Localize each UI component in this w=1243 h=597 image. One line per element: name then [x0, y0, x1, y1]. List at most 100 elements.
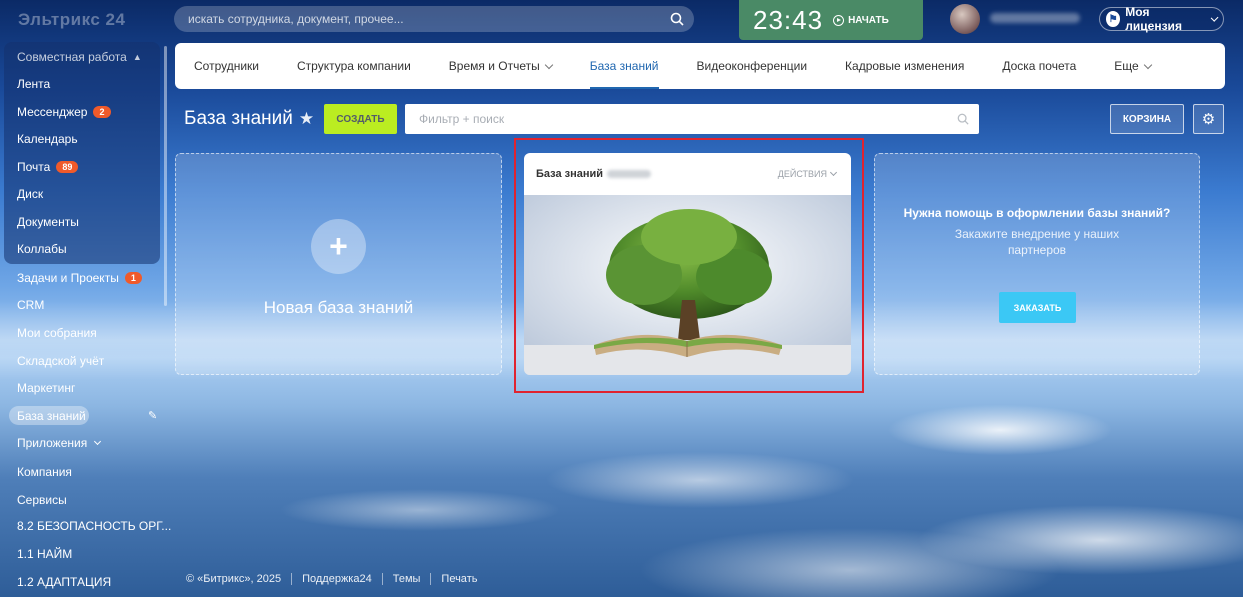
sidebar-item-mail[interactable]: Почта 89: [17, 157, 79, 177]
new-knowledge-base-card[interactable]: + Новая база знаний: [175, 153, 502, 375]
help-title: Нужна помощь в оформлении базы знаний?: [903, 206, 1171, 220]
sidebar-item-adaptation[interactable]: 1.2 АДАПТАЦИЯ: [17, 572, 111, 592]
sidebar-item-label: Мои собрания: [17, 326, 97, 340]
help-card: Нужна помощь в оформлении базы знаний? З…: [874, 153, 1200, 375]
sidebar-item-security[interactable]: 8.2 БЕЗОПАСНОСТЬ ОРГ...: [17, 516, 171, 536]
filter-search[interactable]: [405, 104, 979, 134]
copyright: © «Битрикс», 2025: [186, 573, 282, 585]
sidebar-item-label: Компания: [17, 465, 72, 479]
themes-link[interactable]: Темы: [393, 573, 421, 585]
sidebar: Совместная работа ▲ Лента Мессенджер 2 Ка…: [0, 40, 171, 597]
search-input[interactable]: [188, 12, 670, 26]
sidebar-item-label: Задачи и Проекты: [17, 271, 119, 285]
sidebar-item-messenger[interactable]: Мессенджер 2: [17, 102, 111, 122]
search-icon[interactable]: [957, 113, 969, 125]
knowledge-base-card[interactable]: База знаний ДЕЙСТВИЯ: [524, 153, 851, 375]
sidebar-item-documents[interactable]: Документы: [17, 212, 79, 232]
sidebar-item-marketing[interactable]: Маркетинг: [17, 378, 75, 398]
help-subtitle: Закажите внедрение у наших партнеров: [954, 227, 1120, 257]
sidebar-item-label: 1.2 АДАПТАЦИЯ: [17, 575, 112, 589]
sidebar-group-title-label: Совместная работа: [17, 50, 127, 64]
plus-icon: +: [311, 218, 366, 274]
app-logo[interactable]: Эльтрикс 24: [18, 10, 125, 30]
page-title: База знаний ★: [184, 108, 314, 130]
sidebar-item-company[interactable]: Компания: [17, 462, 72, 482]
sidebar-item-label: База знаний: [17, 409, 86, 423]
sidebar-item-label: CRM: [17, 298, 45, 312]
sidebar-item-apps[interactable]: Приложения: [17, 433, 102, 453]
license-button[interactable]: ⚑ Моя лицензия: [1099, 5, 1224, 33]
tab-label: Время и Отчеты: [448, 59, 540, 73]
company-name-blurred: [607, 170, 652, 178]
start-day-button[interactable]: НАЧАТЬ: [833, 14, 889, 26]
chevron-down-icon: [94, 437, 102, 446]
tab-more[interactable]: Еще: [1114, 43, 1152, 89]
counter-badge: 1: [124, 272, 142, 284]
tab-label: Структура компании: [297, 59, 411, 73]
tab-label: Доска почета: [1002, 59, 1077, 73]
sidebar-item-label: Документы: [17, 215, 79, 229]
tab-honor-board[interactable]: Доска почета: [1002, 43, 1076, 89]
sidebar-item-collabs[interactable]: Коллабы: [17, 239, 67, 259]
order-button[interactable]: ЗАКАЗАТЬ: [999, 292, 1076, 323]
sidebar-scrollbar[interactable]: [164, 46, 167, 306]
tab-video-conferences[interactable]: Видеоконференции: [697, 43, 808, 89]
work-day-widget[interactable]: 23:43 НАЧАТЬ: [739, 0, 923, 40]
sidebar-item-knowledge-base[interactable]: База знаний: [17, 406, 86, 426]
chevron-up-icon: ▲: [132, 52, 142, 62]
settings-button[interactable]: ⚙: [1193, 104, 1224, 134]
tab-label: Сотрудники: [194, 59, 259, 73]
sidebar-group-title[interactable]: Совместная работа ▲: [17, 47, 142, 67]
tab-employees[interactable]: Сотрудники: [194, 43, 259, 89]
actions-label: ДЕЙСТВИЯ: [777, 169, 827, 179]
sidebar-item-tasks[interactable]: Задачи и Проекты 1: [17, 268, 142, 288]
print-link[interactable]: Печать: [441, 573, 477, 585]
sidebar-item-hiring[interactable]: 1.1 НАЙМ: [17, 544, 72, 564]
tree-book-image[interactable]: [524, 195, 851, 375]
chevron-down-icon: [1210, 13, 1219, 22]
chevron-down-icon: [544, 60, 553, 69]
sidebar-item-calendar[interactable]: Календарь: [17, 129, 78, 149]
search-icon[interactable]: [670, 12, 684, 26]
footer-divider: [291, 573, 293, 585]
sidebar-item-services[interactable]: Сервисы: [17, 490, 67, 510]
tab-company-structure[interactable]: Структура компании: [297, 43, 411, 89]
actions-dropdown[interactable]: ДЕЙСТВИЯ: [777, 168, 838, 179]
sidebar-item-crm[interactable]: CRM: [17, 295, 44, 315]
global-search[interactable]: [174, 6, 694, 32]
sidebar-item-label: Сервисы: [17, 493, 67, 507]
sidebar-item-label: Диск: [17, 187, 44, 201]
sidebar-item-feed[interactable]: Лента: [17, 74, 50, 94]
avatar[interactable]: [950, 4, 980, 34]
basket-button[interactable]: КОРЗИНА: [1110, 104, 1184, 134]
new-knowledge-base-label: Новая база знаний: [263, 297, 414, 317]
tab-hr-changes[interactable]: Кадровые изменения: [845, 43, 964, 89]
pencil-icon[interactable]: ✎: [148, 409, 157, 422]
create-button[interactable]: СОЗДАТЬ: [324, 104, 397, 134]
card-title[interactable]: База знаний: [536, 168, 652, 180]
sidebar-item-meetings[interactable]: Мои собрания: [17, 323, 97, 343]
sidebar-item-label: Календарь: [17, 132, 78, 146]
card-header: База знаний ДЕЙСТВИЯ: [524, 153, 851, 195]
page-title-text: База знаний: [184, 108, 293, 129]
star-icon[interactable]: ★: [299, 109, 314, 129]
tab-label: База знаний: [589, 59, 659, 73]
license-label: Моя лицензия: [1125, 5, 1182, 33]
start-day-label: НАЧАТЬ: [848, 14, 889, 26]
sidebar-item-label: Маркетинг: [17, 381, 76, 395]
sidebar-item-disk[interactable]: Диск: [17, 184, 43, 204]
sidebar-item-label: 8.2 БЕЗОПАСНОСТЬ ОРГ...: [17, 519, 172, 533]
support-link[interactable]: Поддержка24: [302, 573, 372, 585]
chevron-down-icon: [1143, 60, 1152, 69]
tab-knowledge-base[interactable]: База знаний: [589, 43, 659, 89]
tab-label: Еще: [1114, 59, 1139, 73]
sidebar-item-inventory[interactable]: Складской учёт: [17, 351, 104, 371]
chevron-down-icon: [829, 168, 838, 177]
sidebar-item-label: Коллабы: [17, 242, 67, 256]
card-title-text: База знаний: [536, 168, 604, 180]
counter-badge: 2: [93, 106, 111, 118]
tree-illustration: [524, 195, 851, 375]
tab-time-reports[interactable]: Время и Отчеты: [448, 43, 553, 89]
user-name-blurred[interactable]: [990, 13, 1080, 23]
filter-input[interactable]: [419, 112, 957, 126]
